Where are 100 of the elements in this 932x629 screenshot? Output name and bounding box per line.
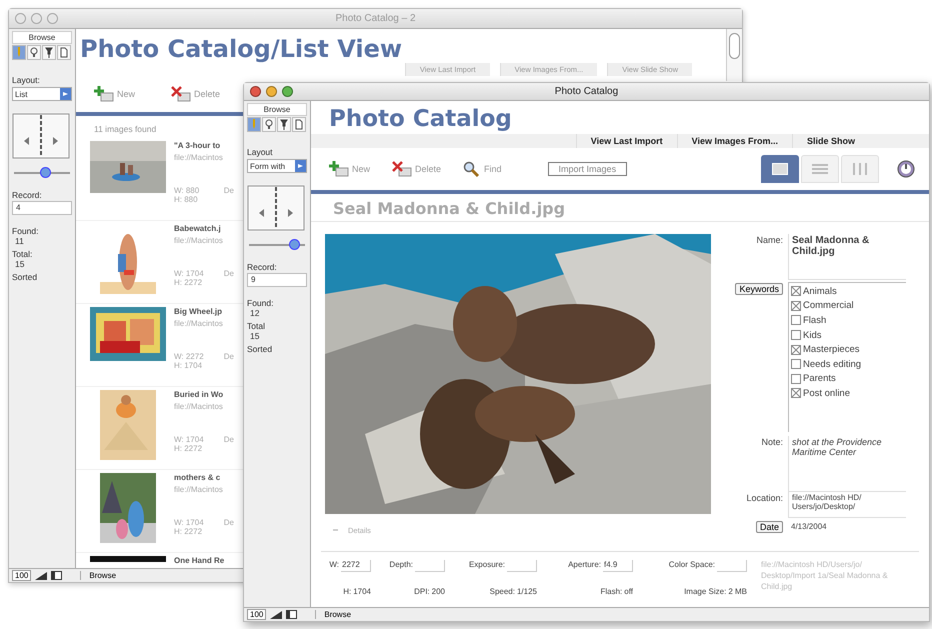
search-icon bbox=[463, 161, 482, 177]
detail-label: DPI: bbox=[414, 586, 430, 598]
detail-value: 1704 bbox=[353, 586, 371, 598]
record-label: Record: bbox=[247, 262, 278, 272]
checkbox[interactable] bbox=[791, 315, 801, 326]
sorted-label: Sorted bbox=[247, 344, 274, 354]
name-value: Seal Madonna & Child.jpg bbox=[788, 234, 906, 280]
page-icon bbox=[60, 47, 68, 58]
keyword-label: Commercial bbox=[803, 300, 854, 312]
keyword-label: Needs editing bbox=[803, 358, 862, 370]
detail-field[interactable]: 2272 bbox=[341, 560, 371, 572]
record-field[interactable]: 4 bbox=[12, 201, 72, 215]
toggle-status-icon[interactable] bbox=[286, 610, 298, 619]
checkbox[interactable] bbox=[791, 359, 801, 370]
detail-label: Aperture: bbox=[568, 560, 601, 571]
record-slider[interactable] bbox=[249, 239, 305, 251]
disc-icon[interactable] bbox=[897, 160, 915, 178]
layout-label: Layout: bbox=[12, 75, 41, 85]
page-title: Photo Catalog bbox=[328, 105, 513, 132]
total-count: 15 bbox=[14, 259, 26, 269]
checkbox[interactable] bbox=[791, 374, 801, 384]
mode-status: Browse bbox=[315, 610, 436, 619]
zoom-button[interactable] bbox=[282, 86, 293, 97]
checkbox[interactable] bbox=[791, 330, 801, 340]
date-button[interactable]: Date bbox=[756, 521, 783, 533]
checkbox[interactable] bbox=[791, 388, 801, 398]
keyword-label: Masterpieces bbox=[803, 344, 860, 356]
keyword-label: Kids bbox=[803, 330, 822, 341]
detail-label: Speed: bbox=[490, 586, 515, 598]
import-button[interactable]: Import Images bbox=[548, 162, 628, 176]
mode-button[interactable] bbox=[277, 117, 291, 132]
minimize-button[interactable] bbox=[266, 86, 277, 97]
file-path: file://Macintos bbox=[174, 153, 224, 162]
checkbox[interactable] bbox=[791, 300, 801, 311]
checkbox[interactable] bbox=[791, 344, 801, 355]
detail-field[interactable] bbox=[717, 560, 747, 572]
nav-button[interactable]: View Last Import bbox=[576, 134, 677, 148]
image-title: Buried in Wo bbox=[174, 390, 224, 399]
layout-dropdown[interactable]: List bbox=[12, 87, 72, 101]
column-text: De bbox=[224, 518, 234, 527]
record-slider[interactable] bbox=[14, 167, 70, 179]
record-field[interactable]: 9 bbox=[247, 273, 307, 287]
mode-button[interactable] bbox=[42, 45, 56, 60]
height-text: H: 880 bbox=[174, 195, 199, 204]
page-icon bbox=[295, 119, 303, 130]
height-text: H: 1704 bbox=[174, 361, 204, 370]
close-button[interactable] bbox=[250, 86, 261, 97]
location-label: Location: bbox=[745, 492, 783, 505]
detail-field[interactable]: f4.9 bbox=[603, 560, 633, 572]
detail-value: 1/125 bbox=[516, 586, 537, 598]
file-path: file://Macintos bbox=[174, 236, 224, 245]
detail-field[interactable] bbox=[415, 560, 445, 572]
file-path: file://Macintosh HD/Users/jo/ Desktop/Import 1a/Seal Madonna & Child.jpg bbox=[761, 560, 889, 593]
slider-thumb[interactable] bbox=[40, 167, 51, 178]
mode-button[interactable] bbox=[292, 117, 306, 132]
zoom-icon[interactable] bbox=[35, 572, 48, 580]
nav-button[interactable]: View Images From... bbox=[676, 134, 792, 148]
file-path: file://Macintos bbox=[174, 485, 224, 494]
height-text: H: 2272 bbox=[174, 444, 204, 453]
image-title: mothers & c bbox=[174, 473, 222, 482]
name-label: Name: bbox=[755, 234, 783, 247]
delete-image-icon bbox=[392, 161, 412, 177]
mode-button[interactable] bbox=[57, 45, 71, 60]
lightbulb-icon bbox=[30, 47, 38, 58]
detail-label: H: bbox=[343, 586, 352, 598]
slider-thumb[interactable] bbox=[288, 239, 300, 250]
file-path: file://Macintos bbox=[174, 402, 224, 411]
location-value: file://Macintosh HD/ Users/jo/Desktop/ bbox=[788, 492, 906, 518]
scrollbar[interactable] bbox=[726, 29, 742, 81]
toggle-status-icon[interactable] bbox=[51, 571, 62, 580]
view-button[interactable] bbox=[761, 155, 799, 183]
form-view-icon bbox=[772, 163, 788, 175]
detail-label: Color Space: bbox=[668, 560, 715, 571]
keywords-button[interactable]: Keywords bbox=[735, 283, 783, 295]
checkbox[interactable] bbox=[791, 286, 801, 296]
sorted-label: Sorted bbox=[12, 272, 38, 282]
book-icon[interactable] bbox=[247, 185, 305, 231]
width-text: W: 1704 bbox=[174, 269, 204, 278]
list-view-icon bbox=[812, 163, 828, 175]
total-label: Total bbox=[247, 321, 266, 331]
image-title: Babewatch.j bbox=[174, 224, 222, 233]
image-title: Big Wheel.jp bbox=[174, 307, 223, 316]
mode-button[interactable] bbox=[27, 45, 41, 60]
mode-button[interactable] bbox=[262, 117, 276, 132]
zoom-level: 100 bbox=[12, 570, 32, 581]
book-icon[interactable] bbox=[12, 113, 70, 159]
date-value: 4/13/2004 bbox=[790, 521, 828, 533]
detail-field[interactable] bbox=[507, 560, 537, 572]
layout-dropdown[interactable]: Form with bbox=[247, 159, 307, 173]
add-image-icon bbox=[329, 161, 349, 177]
zoom-icon[interactable] bbox=[270, 610, 282, 618]
keyword-label: Animals bbox=[803, 286, 837, 297]
pencil-icon bbox=[15, 47, 23, 58]
nav-button[interactable]: Slide Show bbox=[792, 134, 869, 148]
window-title: Photo Catalog – 2 bbox=[334, 13, 417, 24]
found-label: Found: bbox=[247, 298, 274, 308]
detail-label: Exposure: bbox=[468, 560, 505, 571]
detail-label: Image Size: bbox=[684, 586, 726, 598]
note-value: shot at the Providence Maritime Center bbox=[788, 436, 906, 492]
keyword-label: Flash bbox=[803, 314, 826, 326]
